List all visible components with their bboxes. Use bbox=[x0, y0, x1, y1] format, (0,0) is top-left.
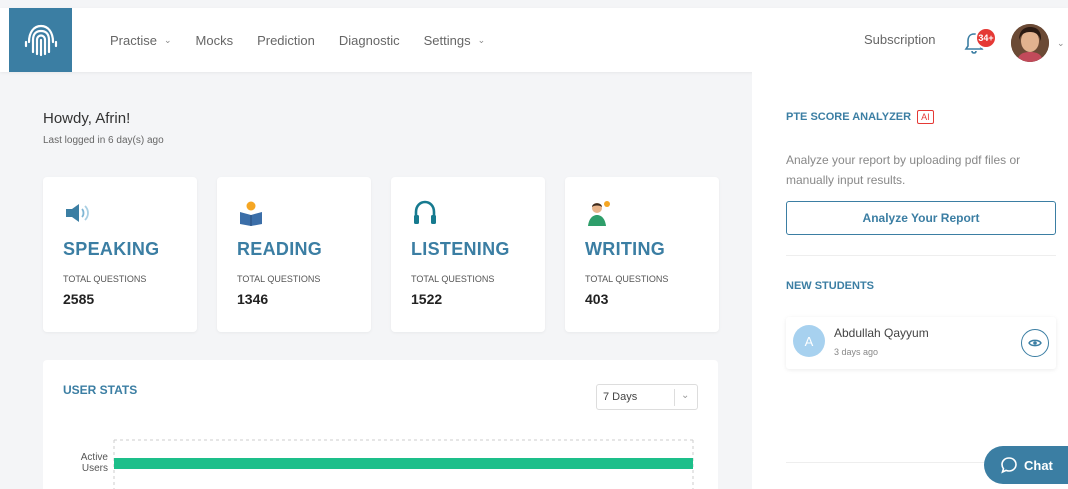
eye-icon bbox=[1028, 339, 1042, 347]
range-select-value: 7 Days bbox=[603, 391, 638, 403]
card-writing[interactable]: WRITING TOTAL QUESTIONS 403 bbox=[565, 177, 719, 332]
nav-prediction-label: Prediction bbox=[257, 32, 315, 48]
analyze-report-button[interactable]: Analyze Your Report bbox=[786, 201, 1056, 235]
nav-practise[interactable]: Practise ⌄ bbox=[110, 33, 172, 48]
pte-analyzer-description: Analyze your report by uploading pdf fil… bbox=[786, 153, 1021, 187]
card-value: 1346 bbox=[237, 291, 269, 307]
card-value: 1522 bbox=[411, 291, 443, 307]
chat-button[interactable]: Chat bbox=[984, 446, 1068, 484]
card-listening[interactable]: LISTENING TOTAL QUESTIONS 1522 bbox=[391, 177, 545, 332]
chevron-down-icon: ⌄ bbox=[681, 390, 690, 401]
range-select[interactable]: 7 Days ⌄ bbox=[596, 384, 698, 410]
student-joined-time: 3 days ago bbox=[834, 347, 879, 357]
user-stats-chart: Active Users bbox=[81, 439, 694, 489]
card-speaking[interactable]: SPEAKING TOTAL QUESTIONS 2585 bbox=[43, 177, 197, 332]
app-logo[interactable] bbox=[9, 8, 72, 72]
student-avatar: A bbox=[793, 325, 825, 357]
notification-badge: 34+ bbox=[975, 27, 997, 49]
subscription-link[interactable]: Subscription bbox=[864, 32, 936, 47]
ai-badge: AI bbox=[917, 110, 934, 124]
fingerprint-logo-icon bbox=[24, 24, 57, 57]
user-avatar[interactable] bbox=[1011, 24, 1049, 62]
right-sidebar: PTE SCORE ANALYZER AI Analyze your repor… bbox=[752, 72, 1068, 489]
card-subtitle: TOTAL QUESTIONS bbox=[411, 274, 495, 284]
avatar-photo bbox=[1011, 24, 1049, 62]
reading-icon bbox=[240, 201, 262, 226]
chevron-down-icon: ⌄ bbox=[163, 34, 172, 45]
chart-bar-active-users[interactable] bbox=[114, 458, 693, 469]
card-subtitle: TOTAL QUESTIONS bbox=[585, 274, 669, 284]
nav-mocks[interactable]: Mocks bbox=[196, 33, 234, 48]
headphones-icon bbox=[414, 200, 436, 224]
speaker-icon bbox=[66, 204, 89, 222]
greeting-title: Howdy, Afrin! bbox=[43, 110, 131, 127]
card-reading[interactable]: READING TOTAL QUESTIONS 1346 bbox=[217, 177, 371, 332]
nav-settings[interactable]: Settings ⌄ bbox=[424, 33, 486, 48]
view-student-button[interactable] bbox=[1021, 329, 1049, 357]
nav-diagnostic[interactable]: Diagnostic bbox=[339, 33, 400, 48]
card-subtitle: TOTAL QUESTIONS bbox=[63, 274, 147, 284]
nav-settings-label: Settings bbox=[423, 32, 471, 48]
nav-prediction[interactable]: Prediction bbox=[257, 33, 315, 48]
student-card[interactable]: A Abdullah Qayyum 3 days ago bbox=[786, 317, 1056, 369]
nav-practise-label: Practise bbox=[110, 32, 157, 48]
user-stats-title: USER STATS bbox=[63, 383, 138, 397]
nav-mocks-label: Mocks bbox=[195, 32, 234, 48]
card-subtitle: TOTAL QUESTIONS bbox=[237, 274, 321, 284]
card-title: READING bbox=[237, 239, 323, 259]
chevron-down-icon: ⌄ bbox=[477, 34, 486, 45]
card-title: WRITING bbox=[585, 239, 666, 259]
last-logged-text: Last logged in 6 day(s) ago bbox=[43, 135, 164, 146]
chevron-down-icon[interactable]: ⌄ bbox=[1057, 38, 1065, 49]
top-navbar: Practise ⌄ Mocks Prediction Diagnostic S… bbox=[0, 8, 1068, 72]
user-stats-panel: USER STATS 7 Days ⌄ Active Users bbox=[43, 360, 718, 489]
pte-analyzer-title: PTE SCORE ANALYZER AI bbox=[786, 110, 934, 124]
writer-icon bbox=[588, 201, 610, 226]
pte-analyzer-title-text: PTE SCORE ANALYZER bbox=[786, 111, 912, 123]
card-title: LISTENING bbox=[411, 239, 510, 259]
main-nav: Practise ⌄ Mocks Prediction Diagnostic S… bbox=[110, 8, 509, 72]
chart-category-label: Active Users bbox=[81, 452, 109, 474]
divider bbox=[786, 255, 1056, 256]
select-separator bbox=[674, 389, 675, 406]
chat-label: Chat bbox=[1024, 457, 1053, 473]
card-title: SPEAKING bbox=[63, 239, 160, 259]
card-value: 2585 bbox=[63, 291, 95, 307]
chat-bubble-icon bbox=[1001, 457, 1017, 474]
card-value: 403 bbox=[585, 291, 609, 307]
nav-diagnostic-label: Diagnostic bbox=[338, 32, 400, 48]
new-students-title: NEW STUDENTS bbox=[786, 280, 874, 292]
student-name: Abdullah Qayyum bbox=[834, 326, 929, 340]
